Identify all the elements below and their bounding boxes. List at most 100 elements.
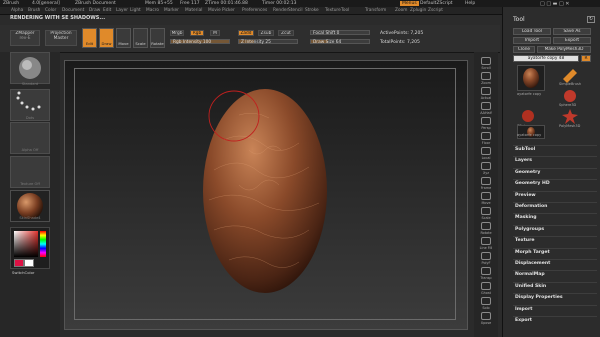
persp-icon[interactable]: Persp xyxy=(477,116,495,131)
menu-material[interactable]: Material xyxy=(185,8,202,13)
rgb-intensity-label: Rgb Intensity 100 xyxy=(173,40,212,45)
scroll-icon[interactable]: Scroll xyxy=(477,56,495,71)
rotate-icon[interactable]: Rotate xyxy=(477,221,495,236)
subpalette-geometry-hd[interactable]: Geometry HD xyxy=(515,181,550,186)
subpalette-masking[interactable]: Masking xyxy=(515,215,537,220)
rgb-intensity-slider[interactable]: Rgb Intensity 100 xyxy=(170,39,230,45)
xyz-icon[interactable]: Xyz xyxy=(477,161,495,176)
edit-mode-button[interactable]: Edit xyxy=(82,28,97,48)
zcut-toggle[interactable]: Zcut xyxy=(278,30,294,36)
projection-master-button[interactable]: Projection Master xyxy=(45,30,77,46)
subpalette-layers[interactable]: Layers xyxy=(515,158,532,163)
subpalette-displacement[interactable]: Displacement xyxy=(515,261,550,266)
transp-icon[interactable]: Transp xyxy=(477,266,495,281)
frame-icon[interactable]: Frame xyxy=(477,176,495,191)
actual-icon[interactable]: Actual xyxy=(477,86,495,101)
menu-render[interactable]: Render xyxy=(273,8,288,13)
texture-label: Texture Off xyxy=(20,182,40,186)
m-toggle[interactable]: M xyxy=(210,30,220,36)
scale-mode-button[interactable]: Scale xyxy=(133,28,148,48)
move-mode-button[interactable]: Move xyxy=(116,28,131,48)
subpalette-deformation[interactable]: Deformation xyxy=(515,204,547,209)
tool-thumb-current[interactable] xyxy=(517,65,545,91)
subpalette-texture[interactable]: Texture xyxy=(515,238,534,243)
subpalette-geometry[interactable]: Geometry xyxy=(515,170,540,175)
current-tool-field[interactable]: ayatorfe copy 48 xyxy=(513,55,579,62)
menu-document[interactable]: Document xyxy=(62,8,84,13)
menu-zoom[interactable]: Zoom xyxy=(395,8,407,13)
menu-tool[interactable]: Tool xyxy=(341,8,349,13)
xpose-icon[interactable]: Xpose xyxy=(477,311,495,326)
switch-color-button[interactable]: SwitchColor xyxy=(12,270,34,275)
menu-layer[interactable]: Layer xyxy=(116,8,128,13)
shelf-label: Floor xyxy=(481,141,491,145)
menus-button[interactable]: Menus xyxy=(400,1,419,6)
ghost-icon[interactable]: Ghost xyxy=(477,281,495,296)
clone-button[interactable]: Clone xyxy=(513,46,535,53)
menu-macro[interactable]: Macro xyxy=(146,8,159,13)
rgb-toggle[interactable]: Rgb xyxy=(190,30,204,36)
palette-separator xyxy=(513,224,597,226)
import-button[interactable]: Import xyxy=(513,37,551,44)
color-square[interactable] xyxy=(14,231,38,257)
subpalette-preview[interactable]: Preview xyxy=(515,193,536,198)
subpalette-polygroups[interactable]: Polygroups xyxy=(515,227,544,232)
menu-transform[interactable]: Transform xyxy=(365,8,386,13)
main-color-swatch[interactable] xyxy=(14,259,24,267)
menu-zscript[interactable]: Zscript xyxy=(428,8,443,13)
polyf-icon[interactable]: PolyF xyxy=(477,251,495,266)
subpalette-subtool[interactable]: SubTool xyxy=(515,147,535,152)
subpalette-import[interactable]: Import xyxy=(515,307,532,312)
brush-selector[interactable] xyxy=(10,52,50,84)
sculpted-egg-model[interactable] xyxy=(64,60,468,330)
subpalette-normalmap[interactable]: NormalMap xyxy=(515,272,545,277)
subpalette-display-properties[interactable]: Display Properties xyxy=(515,295,563,300)
mrgb-toggle[interactable]: Mrgb xyxy=(170,30,184,36)
hue-strip[interactable] xyxy=(40,231,46,257)
menu-preferences[interactable]: Preferences xyxy=(242,8,267,13)
move-icon[interactable]: Move xyxy=(477,191,495,206)
load-tool-button[interactable]: Load Tool xyxy=(513,28,551,35)
zoom-icon[interactable]: Zoom xyxy=(477,71,495,86)
z-intensity-slider[interactable]: Z Intensity 25 xyxy=(238,39,298,45)
color-picker[interactable] xyxy=(10,227,50,269)
menu-draw[interactable]: Draw xyxy=(89,8,100,13)
floor-icon[interactable]: Floor xyxy=(477,131,495,146)
default-zscript-button[interactable]: DefaultZScript xyxy=(420,1,453,6)
draw-mode-button[interactable]: Draw xyxy=(99,28,114,48)
menu-movie[interactable]: Movie xyxy=(208,8,221,13)
tray-close-icon[interactable]: ↻ xyxy=(587,16,595,23)
focal-shift-slider[interactable]: Focal Shift 0 xyxy=(310,30,370,36)
menu-light[interactable]: Light xyxy=(130,8,141,13)
menu-stencil[interactable]: Stencil xyxy=(288,8,303,13)
zsub-toggle[interactable]: Zsub xyxy=(258,30,274,36)
rotate-mode-button[interactable]: Rotate xyxy=(150,28,165,48)
subpalette-morph-target[interactable]: Morph Target xyxy=(515,250,550,255)
zadd-toggle[interactable]: Zadd xyxy=(238,30,254,36)
aahalf-icon[interactable]: AAHalf xyxy=(477,101,495,116)
menu-color[interactable]: Color xyxy=(45,8,56,13)
menu-brush[interactable]: Brush xyxy=(28,8,40,13)
help-button[interactable]: Help xyxy=(465,1,475,6)
draw-label: Draw xyxy=(101,41,112,46)
menu-stroke[interactable]: Stroke xyxy=(305,8,319,13)
menu-texture[interactable]: Texture xyxy=(325,8,341,13)
line-fill-icon[interactable]: Line Fill xyxy=(477,236,495,251)
subpalette-export[interactable]: Export xyxy=(515,318,532,323)
menu-marker[interactable]: Marker xyxy=(164,8,179,13)
menu-zplugin[interactable]: Zplugin xyxy=(410,8,426,13)
make-polymesh-button[interactable]: Make PolyMesh3D xyxy=(537,46,591,53)
solo-icon[interactable]: Solo xyxy=(477,296,495,311)
zmapper-button[interactable]: ZMapper rev-E xyxy=(10,30,40,46)
export-button[interactable]: Export xyxy=(553,37,591,44)
menu-alpha[interactable]: Alpha xyxy=(11,8,23,13)
save-as-button[interactable]: Save As xyxy=(553,28,591,35)
draw-size-slider[interactable]: Draw Size 64 xyxy=(310,39,370,45)
menu-picker[interactable]: Picker xyxy=(222,8,235,13)
local-icon[interactable]: Local xyxy=(477,146,495,161)
scale-icon[interactable]: Scale xyxy=(477,206,495,221)
subpalette-unified-skin[interactable]: Unified Skin xyxy=(515,284,546,289)
menu-edit[interactable]: Edit xyxy=(103,8,111,13)
secondary-color-swatch[interactable] xyxy=(24,259,34,267)
shelf-label: Persp xyxy=(481,126,491,130)
